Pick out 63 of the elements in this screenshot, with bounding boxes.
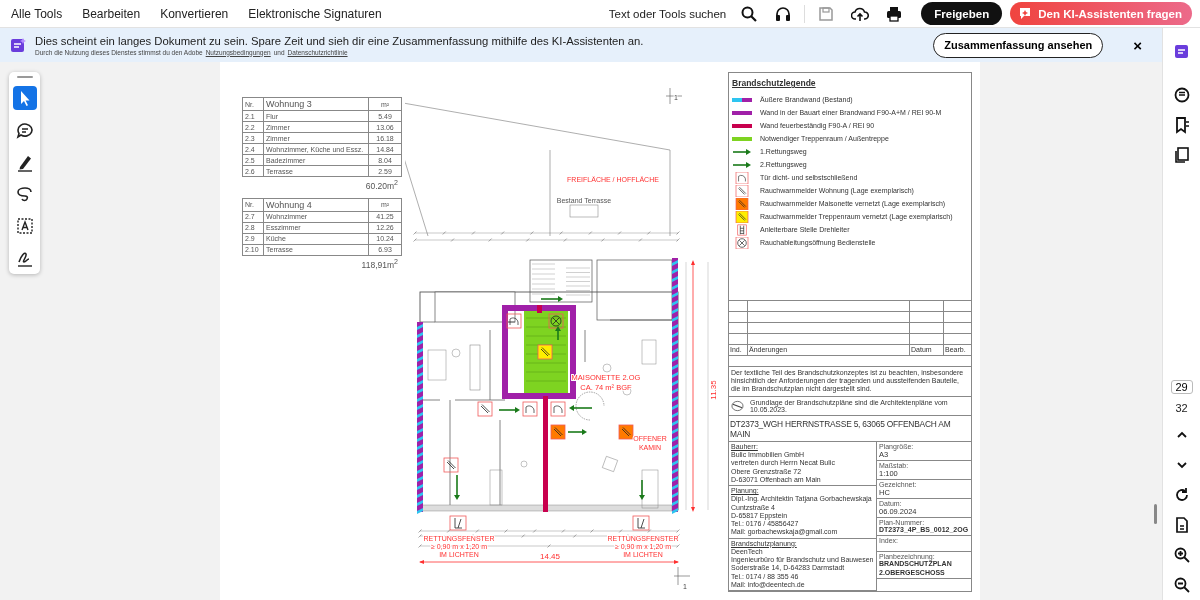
search-icon[interactable]: [740, 4, 759, 23]
headphones-icon[interactable]: [774, 4, 793, 23]
smoke-detector-icon: [443, 457, 459, 473]
door-icon: [550, 401, 566, 417]
save-icon[interactable]: [817, 4, 836, 23]
legend-title: Brandschutzlegende: [732, 78, 817, 88]
zoom-out-icon[interactable]: [1172, 576, 1191, 594]
zoom-in-icon[interactable]: [1172, 546, 1191, 564]
door-icon: [522, 401, 538, 417]
comment-icon[interactable]: [1172, 86, 1191, 104]
door-icon: [735, 171, 749, 184]
menu-item[interactable]: Konvertieren: [160, 6, 229, 21]
table-cell: [909, 310, 943, 322]
pages-icon[interactable]: [1172, 146, 1191, 164]
select-tool-button[interactable]: [12, 86, 37, 110]
search-label[interactable]: Text oder Tools suchen: [608, 7, 727, 20]
smoke-detector-icon: [732, 210, 752, 223]
smoke-detector-icon: [732, 184, 752, 197]
arrow-icon: [540, 296, 563, 302]
print-icon[interactable]: [885, 4, 904, 23]
door-icon: [506, 313, 522, 329]
pen-stamp-icon: [731, 399, 744, 412]
window-icon: [632, 515, 650, 531]
smoke-detector-icon: [618, 424, 634, 440]
dimension-label: 11.35: [709, 380, 718, 400]
table-header: Wohnung 3: [263, 97, 369, 111]
page-number-field[interactable]: 29: [1170, 380, 1193, 394]
smoke-detector-icon: [537, 344, 553, 360]
arrow-icon: [732, 161, 751, 168]
summary-button[interactable]: Zusammenfassung ansehen: [933, 32, 1104, 58]
smoke-detector-icon: [550, 424, 566, 440]
ai-document-icon: [10, 36, 27, 54]
table-cell: [909, 321, 943, 333]
speech-bubble-icon: [14, 120, 35, 140]
arrow-icon: [569, 405, 593, 411]
vent-icon: [548, 313, 564, 329]
arrow-icon: [639, 479, 645, 500]
arrow-icon: [498, 407, 520, 413]
smoke-detector-icon: [732, 197, 752, 210]
page-count: 32: [1175, 402, 1188, 414]
window-icon: [449, 515, 467, 531]
lasso-icon: [14, 184, 35, 204]
close-button[interactable]: ×: [1127, 36, 1148, 54]
ai-document-icon[interactable]: [1172, 42, 1191, 60]
table-header: Wohnung 4: [263, 198, 369, 212]
menu-item[interactable]: Bearbeiten: [82, 6, 141, 21]
arrow-icon: [454, 474, 460, 500]
vent-icon: [735, 236, 749, 249]
text-box-icon: [14, 216, 35, 236]
banner-message: Dies scheint ein langes Dokument zu sein. Spare Zeit und sieh dir eine Zusammenfassung mithilfe des KI-Assistenten an.: [35, 34, 645, 47]
table-cell: [909, 299, 943, 311]
menu-item[interactable]: Alle Tools: [11, 6, 63, 21]
area-total: 60.20m$^{2}$: [364, 179, 398, 191]
scrollbar-thumb[interactable]: [1154, 504, 1157, 524]
area-total: 118,91m$^{2}$: [360, 257, 398, 270]
menu-item[interactable]: Elektronische Signaturen: [248, 6, 382, 21]
arrow-icon: [567, 429, 587, 435]
smoke-detector-icon: [477, 401, 493, 417]
project-title: DT2373_WGH HERRNSTRASSE 5, 63065 OFFENBACH AM MAIN: [729, 414, 971, 441]
dimension-label: 14.45: [540, 552, 560, 561]
arrow-icon: [732, 148, 751, 155]
arrow-icon: [555, 326, 561, 341]
share-button[interactable]: Freigeben: [921, 2, 1003, 25]
